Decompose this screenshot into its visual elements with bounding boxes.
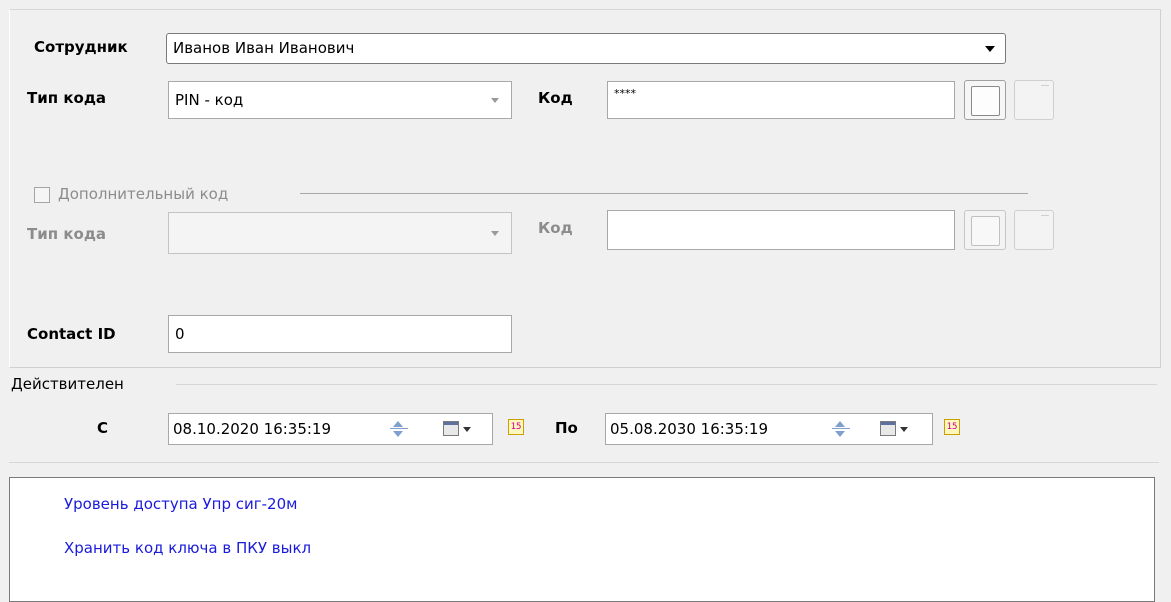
additional-code-label-text: Код — [538, 219, 573, 237]
today-calendar-icon[interactable]: 15 — [508, 419, 524, 435]
today-calendar-icon[interactable]: 15 — [944, 419, 960, 435]
code-type-label: Тип кода — [27, 89, 107, 107]
valid-group-top-line — [176, 384, 1157, 385]
valid-to-value: 05.08.2030 16:35:19 — [610, 420, 769, 438]
chevron-down-icon[interactable] — [463, 427, 471, 432]
info-line-store-key: Хранить код ключа в ПКУ выкл — [64, 539, 312, 557]
additional-code-type-dropdown[interactable] — [168, 212, 512, 254]
arrow-up-icon[interactable] — [393, 421, 403, 427]
additional-clear-code-button[interactable] — [1014, 210, 1054, 250]
spinner-divider — [832, 428, 850, 429]
additional-read-key-button[interactable] — [964, 210, 1006, 250]
contact-id-input[interactable]: 0 — [168, 315, 512, 353]
employee-value: Иванов Иван Иванович — [173, 39, 355, 57]
valid-to-spinner[interactable] — [832, 419, 850, 439]
employee-dropdown[interactable]: Иванов Иван Иванович — [166, 33, 1006, 64]
valid-from-label: С — [97, 419, 109, 437]
spinner-divider — [390, 428, 408, 429]
additional-code-label: Дополнительный код — [58, 185, 229, 203]
valid-from-spinner[interactable] — [390, 419, 408, 439]
employee-label: Сотрудник — [34, 38, 128, 56]
calendar-icon[interactable] — [443, 421, 459, 436]
additional-code-checkbox[interactable] — [34, 187, 50, 203]
info-panel: Уровень доступа Упр сиг-20м Хранить код … — [9, 477, 1155, 602]
contact-id-label: Contact ID — [27, 325, 116, 343]
code-type-dropdown[interactable]: PIN - код — [168, 81, 512, 119]
read-key-button[interactable] — [964, 80, 1006, 120]
chevron-down-icon[interactable] — [491, 98, 499, 103]
calendar-header — [444, 422, 458, 425]
calendar-header — [881, 422, 895, 425]
chevron-down-icon[interactable] — [985, 46, 995, 52]
contact-id-value: 0 — [175, 325, 185, 343]
info-line-access-level: Уровень доступа Упр сиг-20м — [64, 495, 298, 513]
clear-code-button[interactable] — [1014, 80, 1054, 120]
code-label: Код — [538, 89, 573, 107]
code-input[interactable]: **** — [607, 81, 955, 119]
arrow-up-icon[interactable] — [835, 421, 845, 427]
group-divider — [300, 193, 1028, 194]
additional-code-type-label: Тип кода — [27, 225, 107, 243]
additional-code-input[interactable] — [607, 210, 955, 250]
key-reader-icon — [971, 86, 1000, 116]
valid-from-value: 08.10.2020 16:35:19 — [173, 420, 332, 438]
valid-to-label: По — [555, 419, 578, 437]
key-reader-icon — [971, 216, 1000, 246]
chevron-down-icon[interactable] — [491, 231, 499, 236]
arrow-down-icon[interactable] — [835, 431, 845, 437]
corner-mark-icon — [1041, 85, 1049, 86]
corner-mark-icon — [1041, 215, 1049, 216]
calendar-icon[interactable] — [880, 421, 896, 436]
code-value: **** — [614, 87, 636, 100]
valid-group-bottom-line — [9, 462, 1159, 463]
valid-group-label: Действителен — [11, 375, 124, 393]
chevron-down-icon[interactable] — [900, 427, 908, 432]
arrow-down-icon[interactable] — [393, 431, 403, 437]
code-type-value: PIN - код — [175, 91, 244, 109]
